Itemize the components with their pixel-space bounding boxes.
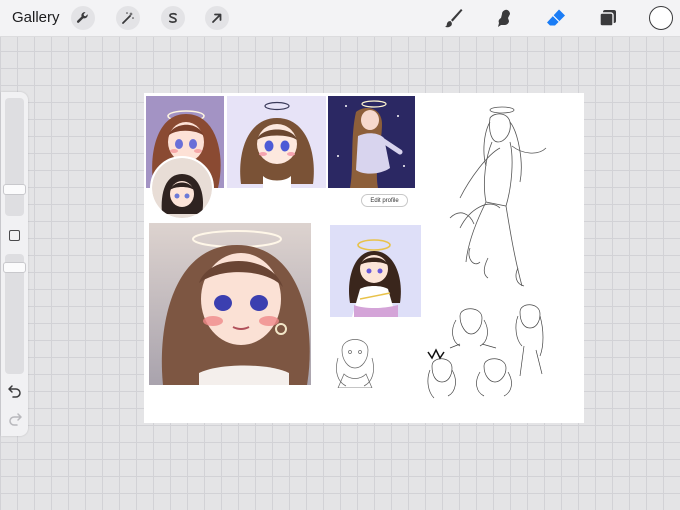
opacity-thumb[interactable]	[3, 262, 26, 273]
edit-profile-button[interactable]: Edit profile	[361, 194, 408, 207]
gallery-button[interactable]: Gallery	[12, 9, 60, 26]
redo-icon[interactable]	[7, 412, 23, 426]
transform-arrow-icon[interactable]	[205, 6, 229, 30]
brush-size-slider[interactable]	[3, 98, 26, 216]
sketch-small-bust	[330, 328, 380, 388]
smudge-icon[interactable]	[491, 5, 517, 31]
artwork-halo-portrait	[149, 223, 311, 385]
layers-icon[interactable]	[595, 5, 621, 31]
modify-button[interactable]	[9, 230, 20, 241]
undo-icon[interactable]	[7, 384, 23, 398]
top-toolbar: Gallery	[0, 0, 680, 37]
left-sidebar	[1, 92, 28, 436]
artwork-night-figure	[328, 96, 415, 188]
color-picker-button[interactable]	[649, 6, 673, 30]
sketch-standing-figure	[430, 98, 570, 298]
avatar	[150, 156, 214, 220]
wrench-icon[interactable]	[71, 6, 95, 30]
eraser-icon[interactable]	[543, 5, 569, 31]
artwork-pastel-chibi	[330, 225, 421, 317]
opacity-slider[interactable]	[3, 254, 26, 374]
brush-size-thumb[interactable]	[3, 184, 26, 195]
selection-s-icon[interactable]	[161, 6, 185, 30]
brush-icon[interactable]	[440, 5, 466, 31]
sketch-chibi-group	[420, 300, 570, 410]
magic-wand-icon[interactable]	[116, 6, 140, 30]
artwork-angel-chibi	[227, 96, 326, 188]
